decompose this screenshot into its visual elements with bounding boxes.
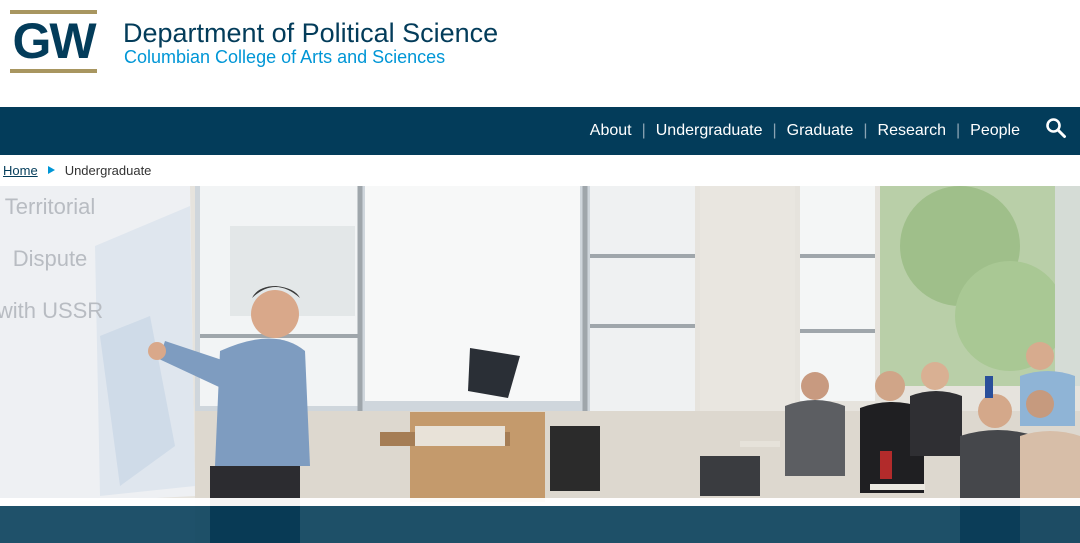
nav-items: About | Undergraduate | Graduate | Resea… xyxy=(590,107,1020,155)
nav-separator: | xyxy=(956,122,961,139)
gw-logo[interactable]: GW xyxy=(10,10,97,74)
hero-image: Territorial Dispute with USSR xyxy=(0,186,1080,543)
slide-text-line: Territorial xyxy=(5,194,95,219)
nav-item-about[interactable]: About xyxy=(590,122,632,140)
nav-separator: | xyxy=(863,122,868,139)
nav-item-undergraduate[interactable]: Undergraduate xyxy=(656,122,763,140)
nav-item-research[interactable]: Research xyxy=(878,122,946,140)
slide-text-line: Dispute xyxy=(13,246,88,271)
logo-text: GW xyxy=(12,13,96,69)
breadcrumb: Home Undergraduate xyxy=(3,161,151,179)
breadcrumb-home-link[interactable]: Home xyxy=(3,163,38,178)
nav-item-graduate[interactable]: Graduate xyxy=(787,122,854,140)
main-nav: About | Undergraduate | Graduate | Resea… xyxy=(0,107,1080,155)
breadcrumb-arrow-icon xyxy=(47,166,55,174)
breadcrumb-current: Undergraduate xyxy=(64,162,152,178)
slide-text-line: with USSR xyxy=(0,298,103,323)
logo-bar-bottom xyxy=(10,69,97,73)
nav-separator: | xyxy=(641,122,646,139)
college-subtitle[interactable]: Columbian College of Arts and Sciences xyxy=(124,47,445,67)
site-header: GW Department of Political Science Colum… xyxy=(0,0,1080,107)
department-title[interactable]: Department of Political Science xyxy=(123,17,498,49)
classroom-photo: Territorial Dispute with USSR xyxy=(0,186,1080,543)
search-icon[interactable] xyxy=(1045,117,1067,139)
nav-item-people[interactable]: People xyxy=(970,122,1020,140)
nav-separator: | xyxy=(772,122,777,139)
